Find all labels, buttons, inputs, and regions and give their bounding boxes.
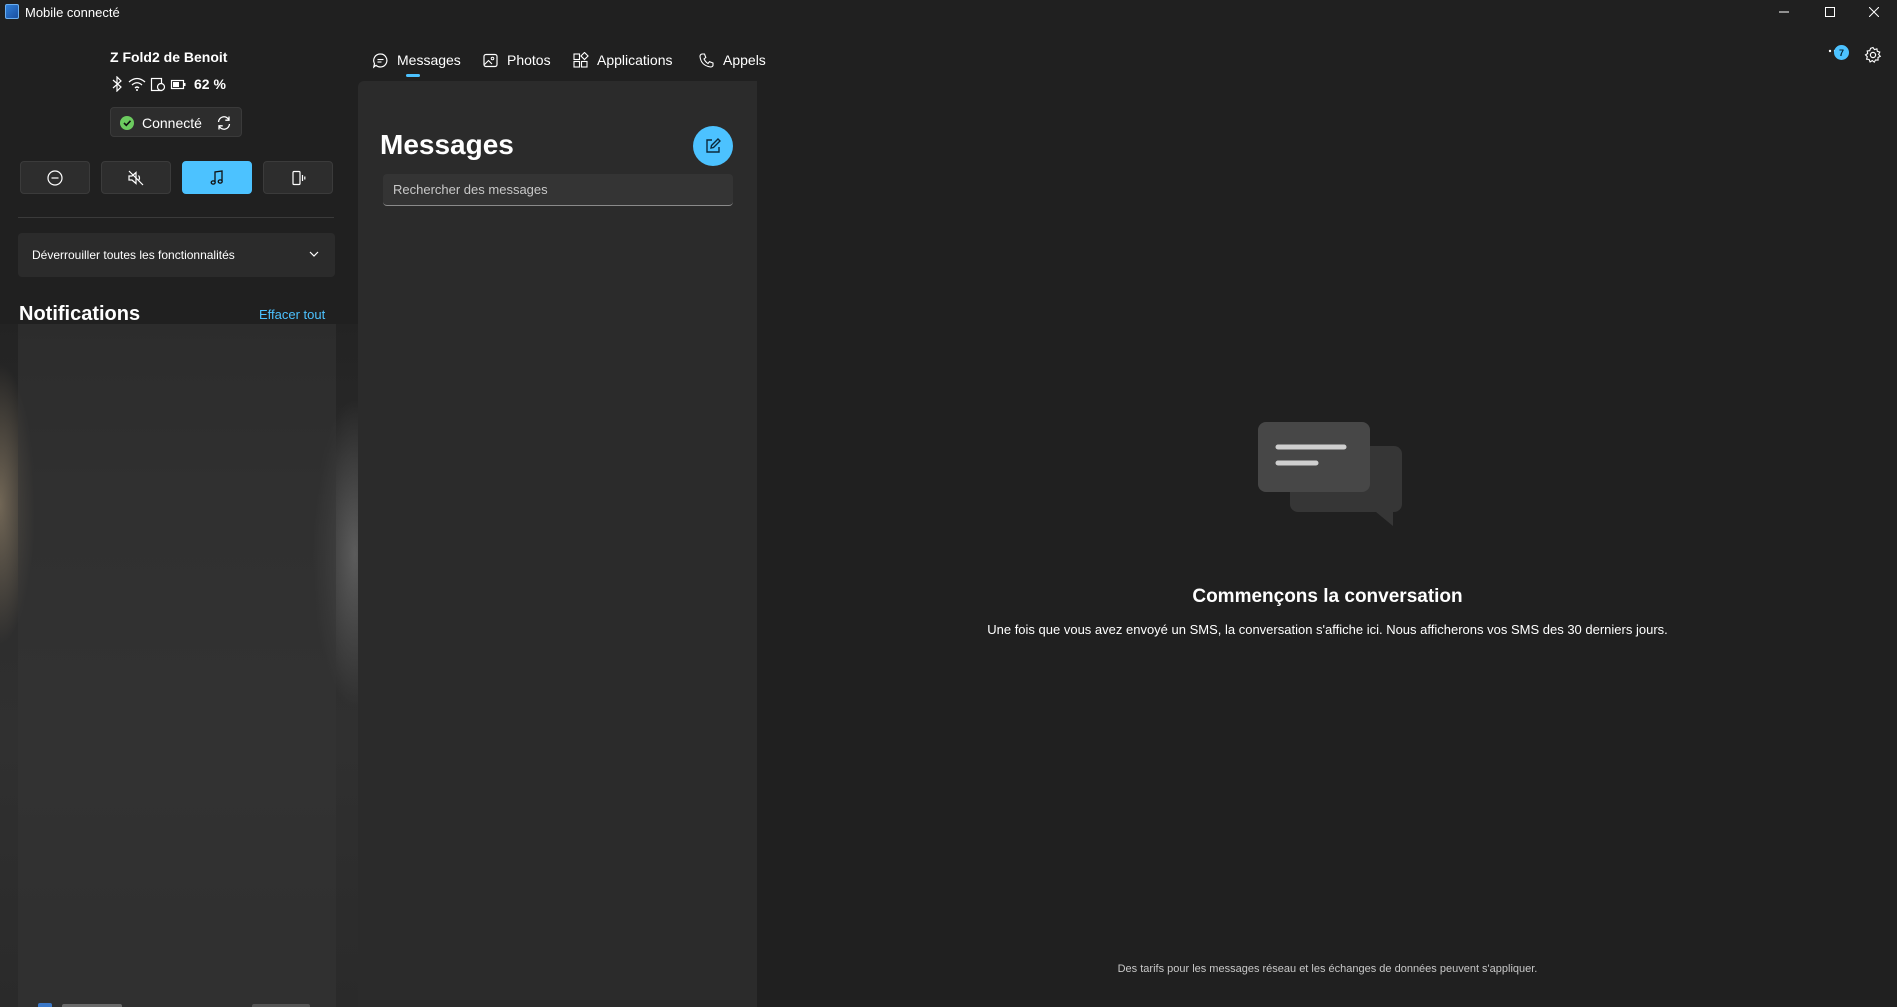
settings-button[interactable] — [1864, 46, 1882, 64]
window-title: Mobile connecté — [25, 5, 120, 20]
minimize-button[interactable] — [1761, 0, 1807, 24]
wifi-icon — [128, 77, 146, 91]
data-saver-icon — [150, 77, 166, 92]
close-icon — [1869, 7, 1879, 17]
close-button[interactable] — [1851, 0, 1897, 24]
bluetooth-icon — [112, 76, 122, 92]
messages-list-pane: Messages — [358, 81, 757, 1007]
phone-icon — [699, 52, 714, 68]
battery-icon — [170, 79, 186, 90]
notifications-area — [18, 324, 336, 1007]
notification-count-badge: 7 — [1834, 45, 1849, 60]
media-button[interactable] — [182, 161, 252, 194]
apps-grid-icon — [573, 51, 589, 68]
tab-photos-label: Photos — [507, 52, 551, 68]
maximize-icon — [1825, 7, 1835, 17]
app-logo-icon — [5, 4, 19, 19]
tab-applications-label: Applications — [597, 52, 673, 68]
gear-icon — [1864, 46, 1882, 64]
tab-messages-label: Messages — [397, 52, 461, 68]
clear-all-link[interactable]: Effacer tout — [259, 307, 325, 322]
tab-photos[interactable]: Photos — [482, 48, 551, 72]
do-not-disturb-button[interactable] — [20, 161, 90, 194]
battery-percentage: 62 % — [194, 76, 226, 92]
chat-bubble-icon — [372, 52, 388, 68]
device-name: Z Fold2 de Benoit — [110, 49, 228, 65]
compose-icon — [706, 138, 721, 153]
tab-calls[interactable]: Appels — [698, 48, 766, 72]
notification-peek — [38, 1000, 318, 1007]
panel-divider — [18, 217, 334, 218]
notifications-title: Notifications — [19, 303, 141, 325]
connection-label: Connecté — [142, 115, 202, 131]
do-not-disturb-icon — [47, 169, 63, 186]
mute-button[interactable] — [101, 161, 171, 194]
conversation-bubbles-icon — [1258, 422, 1402, 526]
vibrate-button[interactable] — [263, 161, 333, 194]
maximize-button[interactable] — [1807, 0, 1853, 24]
new-message-button[interactable] — [693, 126, 733, 166]
refresh-icon — [217, 116, 231, 130]
speaker-muted-icon — [128, 170, 144, 185]
title-bar: Mobile connecté — [0, 0, 1897, 24]
device-panel: Z Fold2 de Benoit 62 % Connecté Déverrou… — [0, 24, 358, 1007]
photo-icon — [483, 53, 498, 67]
chevron-down-icon — [309, 251, 319, 257]
main-nav: Messages Photos Applications Appels — [358, 24, 1897, 80]
tab-messages[interactable]: Messages — [372, 48, 461, 72]
minimize-icon — [1779, 11, 1789, 13]
connected-check-icon — [120, 116, 134, 130]
search-messages-input[interactable] — [383, 174, 733, 206]
tab-calls-label: Appels — [723, 52, 766, 68]
unlock-features-label: Déverrouiller toutes les fonctionnalités — [32, 248, 235, 262]
empty-state-subtitle: Une fois que vous avez envoyé un SMS, la… — [987, 622, 1668, 637]
phone-vibrate-icon — [292, 170, 306, 185]
empty-state-title: Commençons la conversation — [1192, 586, 1463, 607]
notification-app-icon — [38, 1003, 52, 1007]
music-note-icon — [210, 169, 223, 185]
unlock-features-dropdown[interactable]: Déverrouiller toutes les fonctionnalités — [18, 233, 335, 277]
device-status-row: 62 % — [110, 76, 226, 92]
active-tab-indicator — [406, 74, 420, 77]
messages-title: Messages — [380, 129, 514, 160]
refresh-button[interactable] — [215, 114, 233, 132]
tab-applications[interactable]: Applications — [572, 48, 673, 72]
carrier-rates-note: Des tarifs pour les messages réseau et l… — [1117, 963, 1538, 975]
conversation-pane: Commençons la conversation Une fois que … — [758, 81, 1897, 1007]
connection-status: Connecté — [110, 107, 242, 137]
